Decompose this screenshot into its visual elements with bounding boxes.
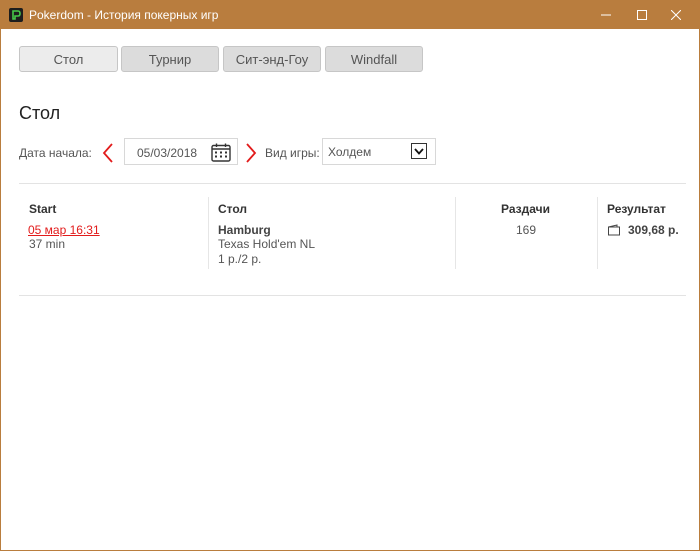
game-type-value: Холдем xyxy=(328,145,372,159)
close-button[interactable] xyxy=(653,1,699,29)
tab-table[interactable]: Стол xyxy=(19,46,118,72)
window-title: Pokerdom - История покерных игр xyxy=(29,8,219,22)
column-separator xyxy=(455,197,456,269)
maximize-icon xyxy=(637,10,647,20)
chevron-left-icon xyxy=(102,143,113,163)
game-type-select[interactable]: Холдем xyxy=(322,138,436,165)
chevron-right-icon xyxy=(246,143,257,163)
game-type-label: Вид игры: xyxy=(265,146,320,160)
previous-date-button[interactable] xyxy=(101,142,115,164)
session-duration: 37 min xyxy=(29,237,66,251)
page-title: Стол xyxy=(19,103,61,123)
column-header-table: Стол xyxy=(218,202,248,216)
tab-tournament[interactable]: Турнир xyxy=(121,46,219,72)
column-header-hands: Раздачи xyxy=(501,202,550,216)
next-date-button[interactable] xyxy=(244,142,258,164)
column-separator xyxy=(208,197,209,269)
tab-sit-and-go[interactable]: Сит-энд-Гоу xyxy=(223,46,321,72)
result-amount: 309,68 р. xyxy=(628,223,679,237)
app-window: Pokerdom - История покерных игр Стол Тур… xyxy=(0,0,700,551)
table-game-type: Texas Hold'em NL xyxy=(218,237,315,251)
start-date-label: Дата начала: xyxy=(19,146,92,160)
column-header-start: Start xyxy=(29,202,57,216)
calendar-icon[interactable] xyxy=(211,143,231,162)
column-header-result: Результат xyxy=(607,202,666,216)
session-start-link[interactable]: 05 мар 16:31 xyxy=(28,223,100,237)
table-name: Hamburg xyxy=(218,223,271,237)
divider xyxy=(19,295,686,296)
wallet-icon xyxy=(608,224,620,236)
dropdown-arrow-icon[interactable] xyxy=(411,143,427,159)
start-date-field[interactable]: 05/03/2018 xyxy=(124,138,238,165)
pokerdom-logo-icon xyxy=(9,8,23,22)
close-icon xyxy=(671,10,681,20)
hands-count: 169 xyxy=(516,223,537,237)
minimize-icon xyxy=(601,14,611,16)
title-bar[interactable]: Pokerdom - История покерных игр xyxy=(1,1,699,29)
tab-windfall[interactable]: Windfall xyxy=(325,46,423,72)
table-stakes: 1 р./2 р. xyxy=(218,252,262,266)
column-separator xyxy=(597,197,598,269)
start-date-value: 05/03/2018 xyxy=(137,146,198,160)
divider xyxy=(19,183,686,184)
